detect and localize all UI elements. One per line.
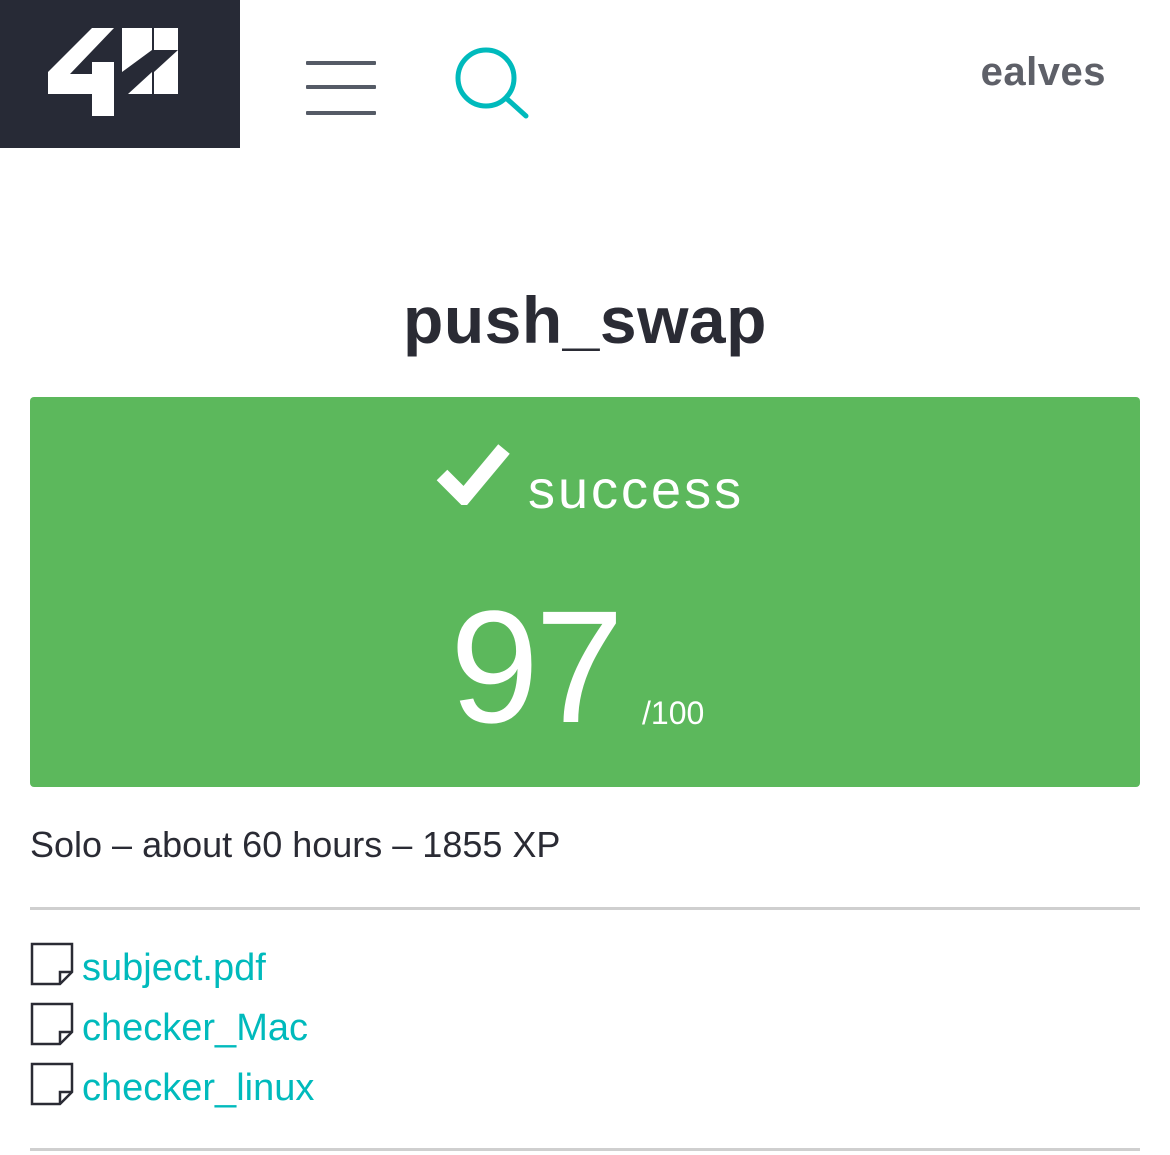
attachment-link-checker-linux[interactable]: checker_linux [82,1067,314,1110]
menu-line [306,61,376,65]
menu-line [306,111,376,115]
list-item: checker_linux [30,1058,314,1118]
logo-42-icon [48,28,178,116]
user-name[interactable]: ealves [981,50,1106,95]
project-status-box: success 97 /100 [30,397,1140,787]
check-icon [436,444,510,505]
project-page: ealves push_swap success 97 /100 Solo – … [0,0,1170,1155]
hamburger-menu-button[interactable] [300,55,380,125]
divider [30,907,1140,910]
attachment-link-subject[interactable]: subject.pdf [82,947,266,990]
status-label: success [528,460,745,520]
menu-line [306,85,376,89]
file-icon [30,1062,74,1106]
search-icon [455,47,529,119]
attachment-list: subject.pdf checker_Mac checker_linux [30,938,314,1118]
file-icon [30,1002,74,1046]
list-item: subject.pdf [30,938,314,998]
file-icon [30,942,74,986]
score-max: /100 [642,695,705,731]
divider [30,1148,1140,1151]
project-meta: Solo – about 60 hours – 1855 XP [30,824,561,865]
logo[interactable] [0,0,240,148]
attachment-link-checker-mac[interactable]: checker_Mac [82,1007,308,1050]
search-button[interactable] [452,44,532,124]
score-value: 97 [450,577,624,756]
list-item: checker_Mac [30,998,314,1058]
page-title: push_swap [403,283,767,357]
